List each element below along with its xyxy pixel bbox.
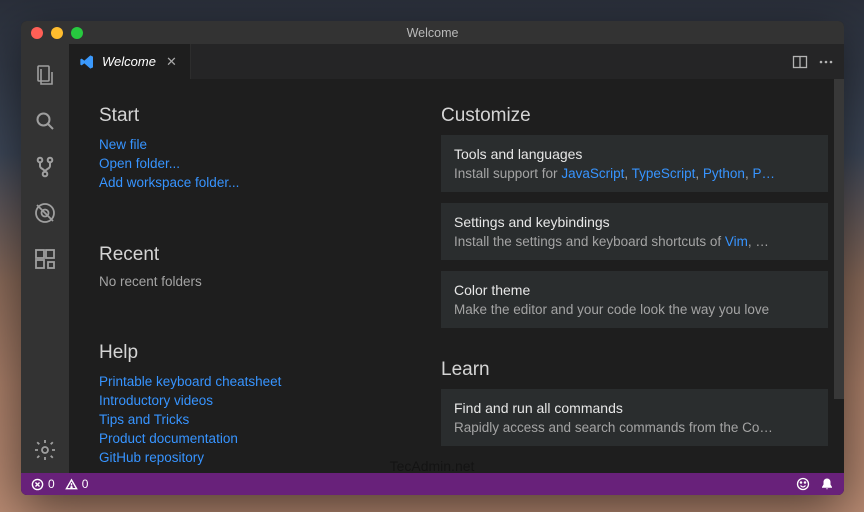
- warning-icon: [65, 478, 78, 491]
- start-heading: Start: [99, 105, 429, 127]
- status-bell-icon[interactable]: [820, 477, 834, 491]
- error-count: 0: [48, 477, 55, 491]
- lang-link[interactable]: JavaScript: [561, 166, 624, 181]
- customize-tools-card[interactable]: Tools and languages Install support for …: [441, 135, 828, 192]
- vscode-logo-icon: [79, 54, 95, 70]
- lang-link[interactable]: TypeScript: [632, 166, 696, 181]
- help-github-link[interactable]: GitHub repository: [99, 448, 429, 467]
- editor-scrollbar[interactable]: [832, 79, 844, 473]
- card-desc: Make the editor and your code look the w…: [454, 302, 815, 317]
- customize-theme-card[interactable]: Color theme Make the editor and your cod…: [441, 271, 828, 328]
- welcome-page: Start New file Open folder... Add worksp…: [69, 79, 844, 473]
- status-bar: 0 0: [21, 473, 844, 495]
- lang-link[interactable]: Python: [703, 166, 745, 181]
- new-file-link[interactable]: New file: [99, 135, 429, 154]
- card-title: Settings and keybindings: [454, 214, 815, 230]
- vscode-window: Welcome: [21, 21, 844, 495]
- tab-label: Welcome: [102, 54, 156, 69]
- card-title: Tools and languages: [454, 146, 815, 162]
- welcome-right-column: Customize Tools and languages Install su…: [429, 91, 828, 467]
- help-heading: Help: [99, 342, 429, 364]
- status-feedback-icon[interactable]: [796, 477, 810, 491]
- help-cheatsheet-link[interactable]: Printable keyboard cheatsheet: [99, 372, 429, 391]
- card-desc: Install support for JavaScript, TypeScri…: [454, 166, 815, 181]
- more-actions-icon[interactable]: [818, 54, 834, 70]
- card-desc: Rapidly access and search commands from …: [454, 420, 815, 435]
- lang-link[interactable]: P…: [752, 166, 775, 181]
- debug-icon[interactable]: [21, 190, 69, 236]
- scrollbar-thumb[interactable]: [834, 79, 844, 399]
- activity-bar: [21, 44, 69, 473]
- close-tab-icon[interactable]: ✕: [163, 54, 180, 70]
- recent-heading: Recent: [99, 244, 429, 266]
- customize-keybind-card[interactable]: Settings and keybindings Install the set…: [441, 203, 828, 260]
- extensions-icon[interactable]: [21, 236, 69, 282]
- titlebar: Welcome: [21, 21, 844, 44]
- keymap-link[interactable]: Vim: [725, 234, 748, 249]
- status-errors[interactable]: 0: [31, 477, 55, 491]
- help-docs-link[interactable]: Product documentation: [99, 429, 429, 448]
- tab-bar: Welcome ✕: [69, 44, 844, 79]
- help-videos-link[interactable]: Introductory videos: [99, 391, 429, 410]
- search-icon[interactable]: [21, 98, 69, 144]
- error-icon: [31, 478, 44, 491]
- open-folder-link[interactable]: Open folder...: [99, 154, 429, 173]
- welcome-left-column: Start New file Open folder... Add worksp…: [99, 91, 429, 467]
- status-warnings[interactable]: 0: [65, 477, 89, 491]
- split-editor-icon[interactable]: [792, 54, 808, 70]
- card-desc: Install the settings and keyboard shortc…: [454, 234, 815, 249]
- git-icon[interactable]: [21, 144, 69, 190]
- settings-gear-icon[interactable]: [21, 427, 69, 473]
- add-workspace-link[interactable]: Add workspace folder...: [99, 173, 429, 192]
- editor-body: Welcome ✕ Start New file: [21, 44, 844, 473]
- learn-commands-card[interactable]: Find and run all commands Rapidly access…: [441, 389, 828, 446]
- recent-empty: No recent folders: [99, 274, 429, 289]
- card-title: Find and run all commands: [454, 400, 815, 416]
- learn-heading: Learn: [441, 359, 828, 381]
- editor-actions: [792, 44, 844, 79]
- warning-count: 0: [82, 477, 89, 491]
- editor-area: Welcome ✕ Start New file: [69, 44, 844, 473]
- tab-welcome[interactable]: Welcome ✕: [69, 44, 191, 79]
- card-title: Color theme: [454, 282, 815, 298]
- explorer-icon[interactable]: [21, 52, 69, 98]
- help-tips-link[interactable]: Tips and Tricks: [99, 410, 429, 429]
- window-title: Welcome: [21, 26, 844, 40]
- customize-heading: Customize: [441, 105, 828, 127]
